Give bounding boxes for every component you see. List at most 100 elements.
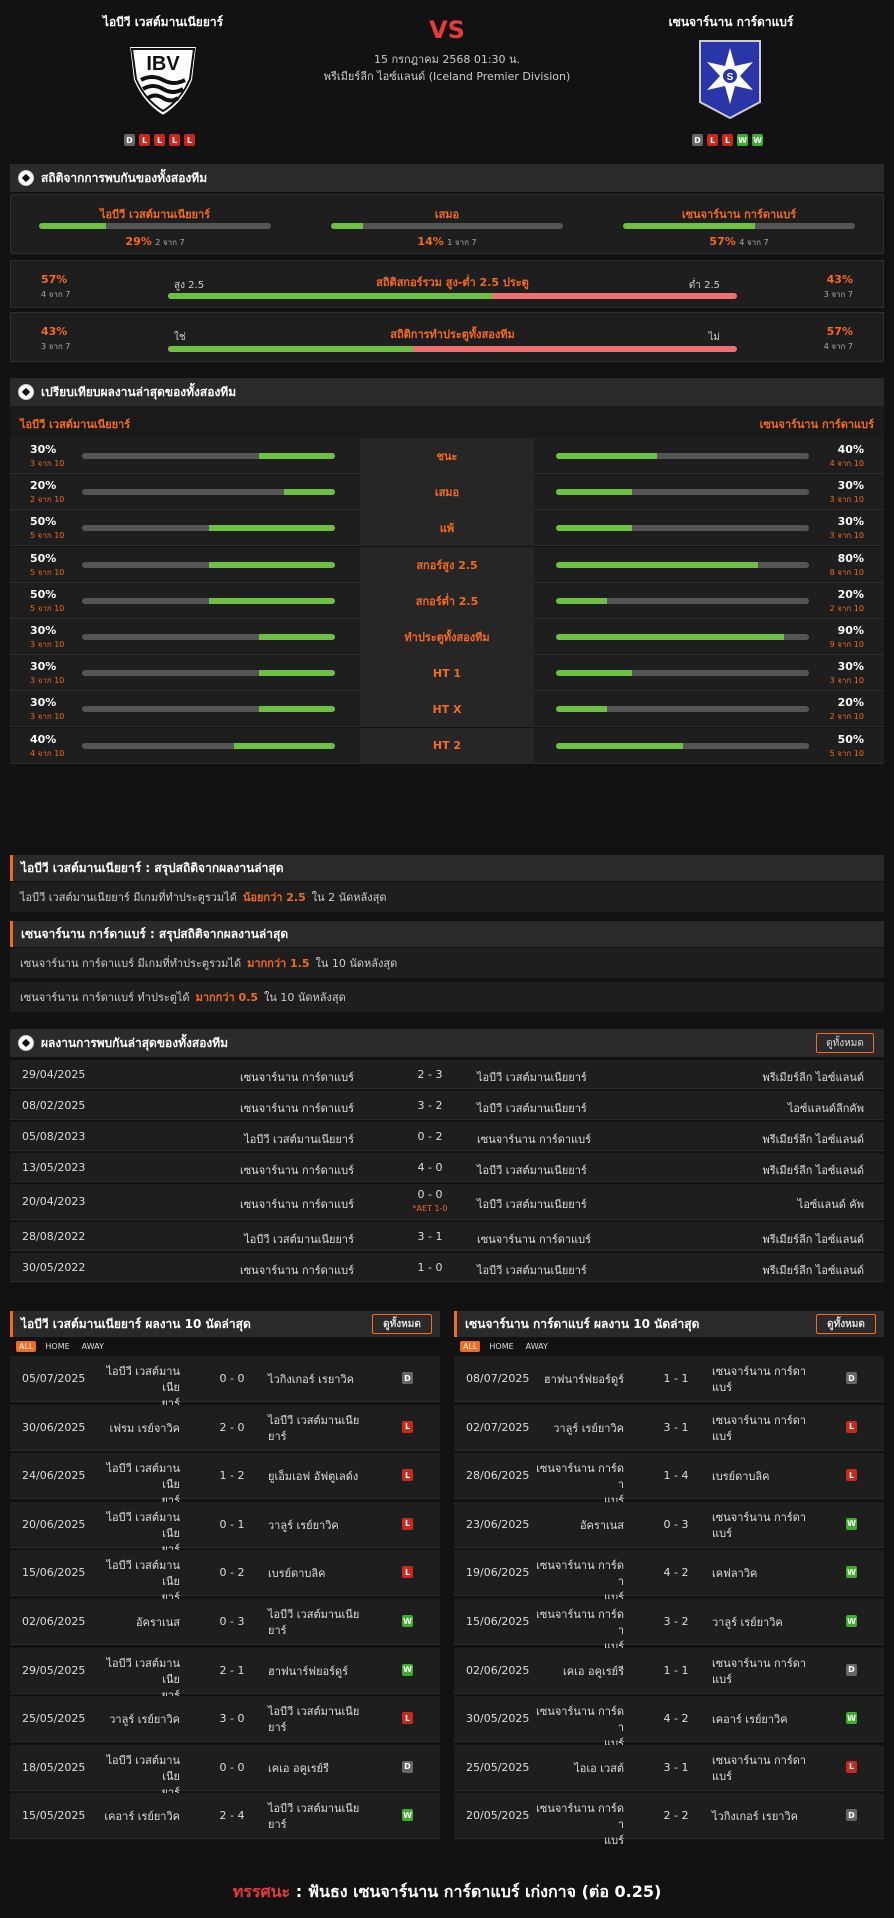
h2h-row[interactable]: 28/08/2022 ไอบีวี เวสต์มานเนียยาร์ 3 - 1 เซ… (10, 1222, 884, 1251)
tab-away[interactable]: AWAY (79, 1341, 107, 1352)
last10-date: 25/05/2025 (466, 1760, 530, 1774)
h2h-row[interactable]: 20/04/2023 เซนจาร์นาน การ์ดาแบร์ 0 - 0 *AET… (10, 1184, 884, 1220)
h2h-row[interactable]: 13/05/2023 เซนจาร์นาน การ์ดาแบร์ 4 - 0 ไอบี… (10, 1153, 884, 1182)
last10-row[interactable]: 05/07/2025 ไอบีวี เวสต์มานเนีย ยาร์ 0 - 0 ไ… (10, 1356, 440, 1410)
last10-row[interactable]: 25/05/2025 วาลูร์ เรย์ยาวิค 3 - 0 ไอบีวี เว… (10, 1696, 440, 1743)
last10-row[interactable]: 02/07/2025 วาลูร์ เรย์ยาวิค 3 - 1 เซนจาร์นา… (454, 1404, 884, 1451)
compare-metric-label: HT X (360, 691, 534, 728)
last10-home-team: เคอาร์ เรย์ยาวิค (90, 1809, 180, 1825)
compare-section: เปรียบเทียบผลงานล่าสุดของทั้งสองทีม (10, 378, 884, 406)
last10-home-label: ไอบีวี เวสต์มานเนีย ยาร์ (106, 1462, 180, 1508)
last10-row[interactable]: 30/06/2025 เฟรม เรย์จาวิค 2 - 0 ไอบีวี เวสต… (10, 1404, 440, 1451)
h2h-draw-bar (331, 223, 563, 229)
h2h-date: 08/02/2025 (22, 1098, 86, 1112)
compare-home-bar (82, 561, 335, 568)
compare-home-sub: 3 จาก 10 (30, 712, 65, 722)
home-last10-view-all-button[interactable]: ดูทั้งหมด (372, 1314, 432, 1334)
last10-row[interactable]: 30/05/2025 เซนจาร์นาน การ์ดา แบร์ 4 - 2 เคอ… (454, 1696, 884, 1750)
compare-home-sub: 3 จาก 10 (30, 676, 65, 686)
last10-score: 2 - 0 (219, 1420, 245, 1434)
result-badge: L (846, 1760, 857, 1773)
last10-row[interactable]: 02/06/2025 อัคราเนส 0 - 3 ไอบีวี เวสต์มานเน… (10, 1599, 440, 1645)
last10-home-label: เซนจาร์นาน การ์ดา แบร์ (536, 1608, 624, 1653)
h2h-draw-sub: 1 จาก 7 (447, 238, 477, 247)
last10-date: 15/06/2025 (466, 1615, 530, 1628)
last10-row[interactable]: 08/07/2025 ฮาฟนาร์ฟยอร์ดูร์ 1 - 1 เซนจาร์นา… (454, 1356, 884, 1402)
h2h-date: 13/05/2023 (22, 1160, 86, 1174)
tab-home[interactable]: HOME (486, 1341, 516, 1352)
compare-home-sub: 5 จาก 10 (30, 603, 65, 613)
form-badge: L (722, 134, 733, 146)
last10-date: 02/07/2025 (466, 1420, 530, 1434)
last10-row[interactable]: 18/05/2025 ไอบีวี เวสต์มานเนีย ยาร์ 0 - 0 เ… (10, 1744, 440, 1799)
home-summary-row: ไอบีวี เวสต์มานเนียยาร์ มีเกมที่ทำประตูร… (10, 882, 884, 912)
compare-away-bar (556, 670, 809, 677)
last10-date: 15/06/2025 (22, 1566, 86, 1580)
last10-away-team: ยูเอ็มเอฟ อัฟตูเลด์ง (268, 1469, 363, 1485)
result-badge: D (846, 1663, 857, 1676)
last10-away-label: เบรย์ดาบลิค (268, 1567, 326, 1581)
h2h-view-all-button[interactable]: ดูทั้งหมด (816, 1033, 874, 1053)
compare-home-sub: 3 จาก 10 (30, 459, 65, 468)
result-badge: W (846, 1517, 857, 1530)
last10-home-label: เฟรม เรย์จาวิค (109, 1421, 180, 1435)
form-badge: L (154, 134, 165, 146)
form-badge: D (124, 134, 135, 146)
last10-row[interactable]: 20/05/2025 เซนจาร์นาน การ์ดา แบร์ 2 - 2 ไวก… (454, 1793, 884, 1847)
last10-row[interactable]: 02/06/2025 เคเอ อคูเรย์รี 1 - 1 เซนจาร์นาน … (454, 1647, 884, 1694)
last10-row[interactable]: 15/05/2025 เคอาร์ เรย์ยาวิค 2 - 4 ไอบีวี เว… (10, 1793, 440, 1840)
verdict-text: ฟันธง เซนจาร์นาน การ์ดาแบร์ เก่งกาจ (ต่อ… (307, 1882, 662, 1901)
tab-home[interactable]: HOME (42, 1341, 72, 1352)
last10-row[interactable]: 19/06/2025 เซนจาร์นาน การ์ดา แบร์ 4 - 2 เคฟ… (454, 1550, 884, 1604)
h2h-row[interactable]: 30/05/2022 เซนจาร์นาน การ์ดาแบร์ 1 - 0 ไอบี… (10, 1253, 884, 1282)
last10-home-label: วาลูร์ เรย์ยาวิค (553, 1421, 624, 1435)
tab-away[interactable]: AWAY (523, 1341, 551, 1352)
h2h-away-sub: 4 จาก 7 (739, 238, 769, 247)
h2h-competition: พรีเมียร์ลีก ไอซ์แลนด์ (762, 1232, 864, 1246)
h2h-home-team: เซนจาร์นาน การ์ดาแบร์ (239, 1198, 354, 1211)
last10-row[interactable]: 20/06/2025 ไอบีวี เวสต์มานเนีย ยาร์ 0 - 1 ว… (10, 1501, 440, 1556)
last10-home-label: เซนจาร์นาน การ์ดา แบร์ (536, 1705, 624, 1751)
h2h-competition: ไอซ์แลนด์ลีกคัพ (787, 1101, 864, 1115)
last10-row[interactable]: 28/06/2025 เซนจาร์นาน การ์ดา แบร์ 1 - 4 เบร… (454, 1453, 884, 1507)
last10-row[interactable]: 15/06/2025 ไอบีวี เวสต์มานเนีย ยาร์ 0 - 2 เ… (10, 1550, 440, 1604)
away-last10-tabs: ALL HOME AWAY (460, 1341, 551, 1352)
h2h-stats-title: สถิติจากการพบกันของทั้งสองทีม (41, 170, 208, 185)
last10-row[interactable]: 24/06/2025 ไอบีวี เวสต์มานเนีย ยาร์ 1 - 2 ย… (10, 1453, 440, 1507)
compare-home-pct: 50% (30, 587, 57, 601)
h2h-date: 30/05/2022 (22, 1260, 86, 1274)
h2h-row[interactable]: 29/04/2025 เซนจาร์นาน การ์ดาแบร์ 2 - 3 ไอบี… (10, 1060, 884, 1089)
last10-home-label: ฮาฟนาร์ฟยอร์ดูร์ (543, 1373, 624, 1386)
h2h-home-team: เซนจาร์นาน การ์ดาแบร์ (239, 1163, 354, 1177)
h2h-stats-header: สถิติจากการพบกันของทั้งสองทีม (10, 164, 884, 192)
form-badge: L (707, 134, 718, 146)
compare-home-pct: 30% (30, 696, 57, 710)
match-header: ไอบีวี เวสต์มานเนียยาร์ IBV DLLLL VS 15 … (0, 0, 894, 160)
last10-away-label: ไวกิงเกอร์ เรยาวิค (268, 1373, 354, 1386)
tab-all[interactable]: ALL (460, 1341, 481, 1352)
last10-home-label: ไอบีวี เวสต์มานเนีย ยาร์ (106, 1510, 180, 1556)
last10-score: 3 - 1 (663, 1760, 689, 1774)
last10-away-team: ไอบีวี เวสต์มานเนีย ยาร์ (268, 1801, 363, 1833)
compare-home-sub: 5 จาก 10 (30, 567, 65, 577)
away-last10-view-all-button[interactable]: ดูทั้งหมด (816, 1314, 876, 1334)
h2h-row[interactable]: 05/08/2023 ไอบีวี เวสต์มานเนียยาร์ 0 - 2 เซ… (10, 1122, 884, 1151)
form-badge: W (737, 134, 748, 146)
compare-away-pct: 50% (837, 732, 864, 746)
last10-score: 2 - 2 (663, 1809, 689, 1823)
last10-home-team: เฟรม เรย์จาวิค (90, 1421, 180, 1437)
last10-away-team: ไวกิงเกอร์ เรยาวิค (712, 1809, 807, 1825)
tab-all[interactable]: ALL (16, 1341, 37, 1352)
last10-date: 02/06/2025 (22, 1615, 86, 1628)
last10-row[interactable]: 29/05/2025 ไอบีวี เวสต์มานเนีย ยาร์ 2 - 1 ฮ… (10, 1647, 440, 1702)
last10-row[interactable]: 23/06/2025 อัคราเนส 0 - 3 เซนจาร์นาน การ์ดา… (454, 1501, 884, 1548)
last10-away-team: เคอาร์ เรย์ยาวิค (712, 1712, 807, 1728)
h2h-home-team: ไอบีวี เวสต์มานเนียยาร์ (244, 1232, 354, 1246)
away-team-name[interactable]: เซนจาร์นาน การ์ดาแบร์ (616, 13, 846, 32)
h2h-row[interactable]: 08/02/2025 เซนจาร์นาน การ์ดาแบร์ 3 - 2 ไอบี… (10, 1091, 884, 1120)
last10-row[interactable]: 15/06/2025 เซนจาร์นาน การ์ดา แบร์ 3 - 2 วาล… (454, 1599, 884, 1653)
form-badge: L (169, 134, 180, 146)
last10-away-team: เซนจาร์นาน การ์ดา แบร์ (712, 1510, 807, 1542)
last10-row[interactable]: 25/05/2025 ไอเอ เวสต์ 3 - 1 เซนจาร์นาน การ์… (454, 1744, 884, 1791)
compare-away-pct: 90% (837, 624, 864, 637)
